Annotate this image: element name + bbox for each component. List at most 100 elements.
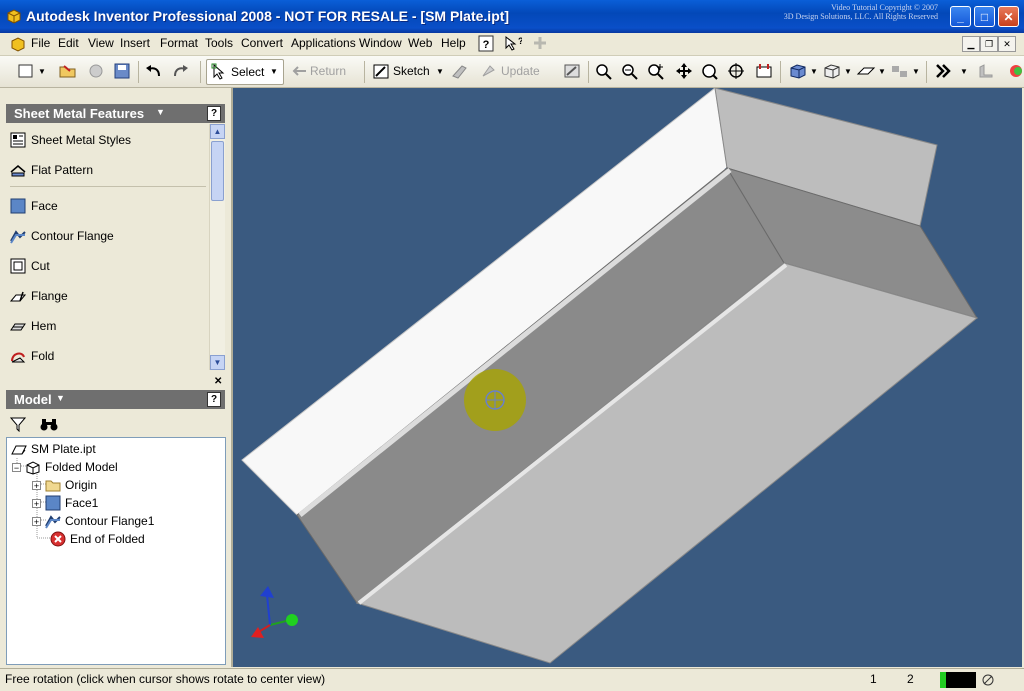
expand-toggle[interactable]: + [32,498,41,508]
document-icon[interactable] [10,36,26,52]
feature-contour-flange[interactable]: Contour Flange [10,228,114,244]
model-browser-header[interactable]: Model ▼ ? [6,390,225,409]
sheet-metal-features-header[interactable]: Sheet Metal Features ▼ ? [6,104,225,123]
tree-origin[interactable]: + Origin [32,477,97,493]
find-binoculars-icon[interactable] [40,416,58,432]
minimize-button[interactable]: _ [950,6,971,27]
help-icon[interactable]: ? [478,35,494,52]
redo-button[interactable] [170,61,190,81]
materials-button[interactable] [976,61,996,81]
whats-this-icon[interactable]: ? [504,35,522,52]
tree-root-part[interactable]: SM Plate.ipt [11,441,96,457]
feature-flange[interactable]: Flange [10,288,68,304]
open-folder-icon [59,65,76,78]
copyright-watermark: Video Tutorial Copyright © 2007 3D Desig… [783,3,938,21]
zoom-button[interactable] [620,61,640,81]
flat-pattern-icon [10,165,26,177]
steering-button[interactable]: ▼ [934,61,968,81]
sketch-dropdown[interactable]: ▼ [436,61,444,81]
sketch-icon [373,64,389,79]
save-button[interactable] [112,61,132,81]
menu-bar: File Edit View Insert Format Tools Conve… [0,33,1024,56]
section-view-button[interactable]: ▼ [890,61,920,81]
toolbar-separator [780,61,781,83]
sheet-metal-model[interactable] [233,88,1022,667]
feature-flat-pattern[interactable]: Flat Pattern [10,162,93,178]
menu-file[interactable]: File [31,36,50,50]
mdi-close-button[interactable]: ✕ [998,36,1016,52]
display-mode-button[interactable]: ▼ [788,61,818,81]
select-dropdown[interactable]: ▼ [270,61,278,81]
tree-end-of-folded[interactable]: End of Folded [50,531,145,547]
title-bar: Autodesk Inventor Professional 2008 - NO… [0,0,1024,33]
rotate-button[interactable] [726,61,746,81]
undo-button[interactable] [144,61,164,81]
color-swatch-icon [1010,65,1022,77]
styles-icon [10,132,26,148]
sketch-tool-button[interactable] [450,61,470,81]
flange-icon [10,291,26,302]
scroll-up-arrow[interactable]: ▲ [210,124,225,139]
tree-face1[interactable]: + Face1 [32,495,98,511]
scroll-thumb[interactable] [211,141,224,201]
mdi-minimize-button[interactable]: ▁ [962,36,980,52]
color-button[interactable] [1006,61,1022,81]
panel-help-icon[interactable]: ? [207,392,221,407]
zoom-window-button[interactable] [562,61,582,81]
expand-toggle[interactable]: + [32,516,41,526]
zoom-realtime-icon [702,64,718,80]
folder-icon [45,480,61,492]
menu-format[interactable]: Format [160,36,198,50]
menu-tools[interactable]: Tools [205,36,233,50]
sketch-button[interactable]: Sketch [372,61,430,81]
ground-shadow-button[interactable]: ▼ [856,61,886,81]
save-disk-icon [114,63,130,79]
update-label: Update [501,64,540,78]
toolbar-separator [588,61,589,83]
filter-icon[interactable] [10,416,26,432]
cut-icon [10,258,26,274]
panel-help-icon[interactable]: ? [207,106,221,121]
menu-edit[interactable]: Edit [58,36,79,50]
menu-applications[interactable]: Applications [291,36,356,50]
new-button[interactable]: ▼ [16,61,46,81]
menu-window[interactable]: Window [359,36,402,50]
zoom-realtime-button[interactable] [700,61,720,81]
scroll-down-arrow[interactable]: ▼ [210,355,225,370]
maximize-button[interactable]: □ [974,6,995,27]
plus-icon[interactable] [532,35,548,51]
menu-help[interactable]: Help [441,36,466,50]
panel-close-icon[interactable]: ✕ [214,376,222,387]
menu-view[interactable]: View [88,36,114,50]
graphics-viewport[interactable] [231,88,1022,667]
update-button[interactable]: Update [480,61,540,81]
return-button[interactable]: Return [290,61,346,81]
select-cursor-icon [211,63,225,80]
feature-fold[interactable]: Fold [10,348,54,364]
pan-button[interactable] [674,61,694,81]
project-button[interactable] [86,61,106,81]
zoom-all-button[interactable] [594,61,614,81]
menu-web[interactable]: Web [408,36,432,50]
zoom-selected-button[interactable] [646,61,666,81]
feature-hem[interactable]: Hem [10,318,56,334]
features-scrollbar[interactable]: ▲ ▼ [209,124,225,370]
open-button[interactable] [58,61,78,81]
inventor-app-icon[interactable] [6,8,22,24]
camera-mode-button[interactable]: ▼ [822,61,852,81]
feature-sheet-metal-styles[interactable]: Sheet Metal Styles [10,132,131,148]
menu-insert[interactable]: Insert [120,36,150,50]
list-divider [10,186,206,187]
expand-toggle[interactable]: + [32,480,41,490]
look-at-button[interactable] [754,61,774,81]
collapse-toggle[interactable]: − [12,462,21,472]
new-file-icon [18,64,33,78]
model-browser-toolbar [6,412,225,436]
mdi-restore-button[interactable]: ❐ [980,36,998,52]
tree-folded-model[interactable]: − Folded Model [12,459,118,475]
feature-face[interactable]: Face [10,198,58,214]
feature-cut[interactable]: Cut [10,258,50,274]
close-button[interactable]: ✕ [998,6,1019,27]
tree-contour-flange1[interactable]: + Contour Flange1 [32,513,154,529]
menu-convert[interactable]: Convert [241,36,283,50]
